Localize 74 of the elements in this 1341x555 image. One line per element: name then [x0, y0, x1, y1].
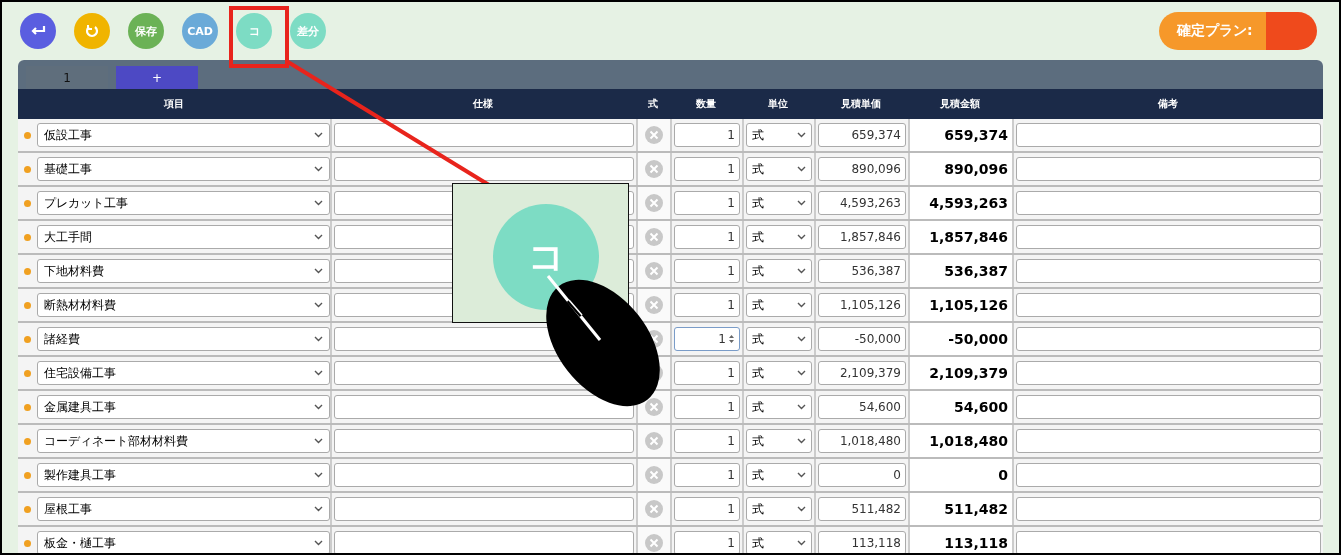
unit-price-field[interactable]: 890,096: [818, 157, 906, 181]
unit-price-field[interactable]: 659,374: [818, 123, 906, 147]
unit-select[interactable]: 式: [746, 225, 812, 249]
unit-price-field[interactable]: 54,600: [818, 395, 906, 419]
unit-select[interactable]: 式: [746, 191, 812, 215]
amount-text: 0: [998, 467, 1008, 483]
amount-text: 54,600: [953, 399, 1008, 415]
tab[interactable]: +: [116, 66, 198, 89]
item-select[interactable]: 製作建具工事: [37, 463, 330, 487]
unit-select[interactable]: 式: [746, 259, 812, 283]
item-select[interactable]: プレカット工事: [37, 191, 330, 215]
item-select[interactable]: 屋根工事: [37, 497, 330, 521]
quantity-field[interactable]: 1: [674, 225, 740, 249]
quantity-field[interactable]: 1: [674, 361, 740, 385]
unit-price-field[interactable]: 1,018,480: [818, 429, 906, 453]
amount-text: 659,374: [944, 127, 1008, 143]
unit-select[interactable]: 式: [746, 123, 812, 147]
quantity-field[interactable]: 1: [674, 327, 740, 351]
item-select[interactable]: 断熱材材料費: [37, 293, 330, 317]
item-select[interactable]: 仮設工事: [37, 123, 330, 147]
unit-select[interactable]: 式: [746, 327, 812, 351]
quantity-field[interactable]: 1: [674, 395, 740, 419]
unit-price-field[interactable]: 536,387: [818, 259, 906, 283]
quantity-field[interactable]: 1: [674, 123, 740, 147]
column-header: 仕様: [472, 97, 494, 111]
unit-select[interactable]: 式: [746, 429, 812, 453]
amount-text: 511,482: [944, 501, 1008, 517]
amount-text: 890,096: [944, 161, 1008, 177]
quantity-field[interactable]: 1: [674, 157, 740, 181]
unit-select[interactable]: 式: [746, 497, 812, 521]
item-select[interactable]: 金属建具工事: [37, 395, 330, 419]
column-header: 項目: [163, 97, 185, 111]
item-select[interactable]: コーディネート部材材料費: [37, 429, 330, 453]
unit-price-field[interactable]: -50,000: [818, 327, 906, 351]
unit-select[interactable]: 式: [746, 395, 812, 419]
item-select[interactable]: 板金・樋工事: [37, 531, 330, 553]
unit-price-field[interactable]: 113,118: [818, 531, 906, 553]
quantity-field[interactable]: 1: [674, 463, 740, 487]
unit-select[interactable]: 式: [746, 531, 812, 553]
amount-text: 1,857,846: [929, 229, 1008, 245]
item-select[interactable]: 大工手間: [37, 225, 330, 249]
unit-select[interactable]: 式: [746, 157, 812, 181]
quantity-field[interactable]: 1: [674, 497, 740, 521]
unit-price-field[interactable]: 0: [818, 463, 906, 487]
item-select[interactable]: 下地材料費: [37, 259, 330, 283]
quantity-field[interactable]: 1: [674, 429, 740, 453]
unit-price-field[interactable]: 1,105,126: [818, 293, 906, 317]
item-select[interactable]: 住宅設備工事: [37, 361, 330, 385]
column-header: 数量: [695, 97, 717, 111]
unit-select[interactable]: 式: [746, 463, 812, 487]
column-header: 見積単価: [840, 97, 882, 111]
unit-price-field[interactable]: 4,593,263: [818, 191, 906, 215]
amount-text: 1,105,126: [929, 297, 1008, 313]
unit-select[interactable]: 式: [746, 361, 812, 385]
column-header: 単位: [767, 97, 789, 111]
column-header: 見積金額: [939, 97, 981, 111]
amount-text: 536,387: [944, 263, 1008, 279]
amount-text: 4,593,263: [929, 195, 1008, 211]
quantity-field[interactable]: 1: [674, 259, 740, 283]
unit-price-field[interactable]: 2,109,379: [818, 361, 906, 385]
unit-price-field[interactable]: 511,482: [818, 497, 906, 521]
item-select[interactable]: 基礎工事: [37, 157, 330, 181]
quantity-field[interactable]: 1: [674, 191, 740, 215]
unit-price-field[interactable]: 1,857,846: [818, 225, 906, 249]
quantity-field[interactable]: 1: [674, 293, 740, 317]
quantity-field[interactable]: 1: [674, 531, 740, 553]
amount-text: 2,109,379: [929, 365, 1008, 381]
column-header: 式: [647, 97, 659, 111]
amount-text: 113,118: [944, 535, 1008, 551]
amount-text: -50,000: [948, 331, 1008, 347]
item-select[interactable]: 諸経費: [37, 327, 330, 351]
amount-text: 1,018,480: [929, 433, 1008, 449]
unit-select[interactable]: 式: [746, 293, 812, 317]
column-header: 備考: [1156, 97, 1179, 111]
